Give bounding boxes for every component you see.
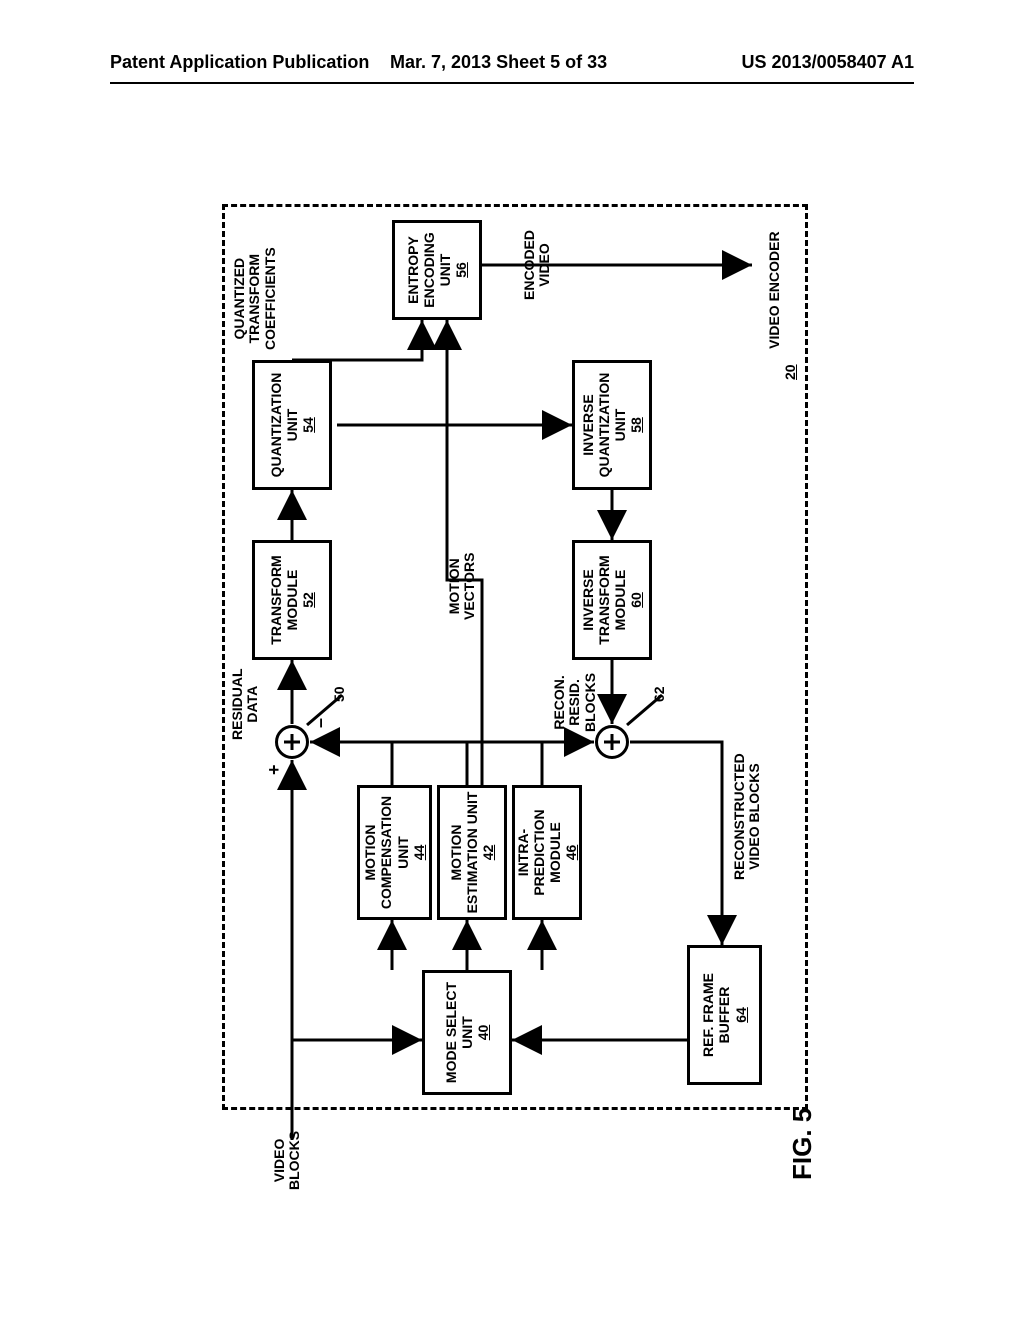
header-right: US 2013/0058407 A1 [742,52,914,73]
mode-select-unit: MODE SELECT UNIT40 [422,970,512,1095]
label-quantized-coeffs: QUANTIZED TRANSFORM COEFFICIENTS [232,247,278,350]
label-residual-data: RESIDUAL DATA [230,668,261,740]
label-recon-video: RECONSTRUCTED VIDEO BLOCKS [732,753,763,880]
summer-50-minus: – [310,718,331,728]
motion-estimation-unit: MOTION ESTIMATION UNIT42 [437,785,507,920]
quantization-unit: QUANTIZATION UNIT54 [252,360,332,490]
ref-frame-buffer: REF. FRAME BUFFER64 [687,945,762,1085]
motion-compensation-unit: MOTION COMPENSATION UNIT44 [357,785,432,920]
summer-50-label: 50 [332,686,347,702]
inverse-quantization-unit: INVERSE QUANTIZATION UNIT58 [572,360,652,490]
diagram: VIDEO ENCODER20 MODE SELECT UNIT40 MOTIO… [192,180,832,1180]
entropy-encoding-unit: ENTROPY ENCODING UNIT56 [392,220,482,320]
transform-module: TRANSFORM MODULE52 [252,540,332,660]
label-encoded-video: ENCODED VIDEO [522,230,553,300]
header-center: Mar. 7, 2013 Sheet 5 of 33 [390,52,607,73]
summer-62-label: 62 [652,686,667,702]
intra-prediction-module: INTRA- PREDICTION MODULE46 [512,785,582,920]
figure-label: FIG. 5 [787,1108,818,1180]
header-rule [110,82,914,84]
inverse-transform-module: INVERSE TRANSFORM MODULE60 [572,540,652,660]
label-motion-vectors: MOTION VECTORS [447,553,478,620]
header-left: Patent Application Publication [110,52,369,73]
summer-50 [275,725,309,759]
label-video-blocks: VIDEO BLOCKS [272,1131,303,1190]
video-encoder-label: VIDEO ENCODER20 [752,231,814,380]
summer-50-plus: + [264,764,285,775]
summer-62 [595,725,629,759]
label-recon-resid: RECON. RESID. BLOCKS [552,673,598,732]
